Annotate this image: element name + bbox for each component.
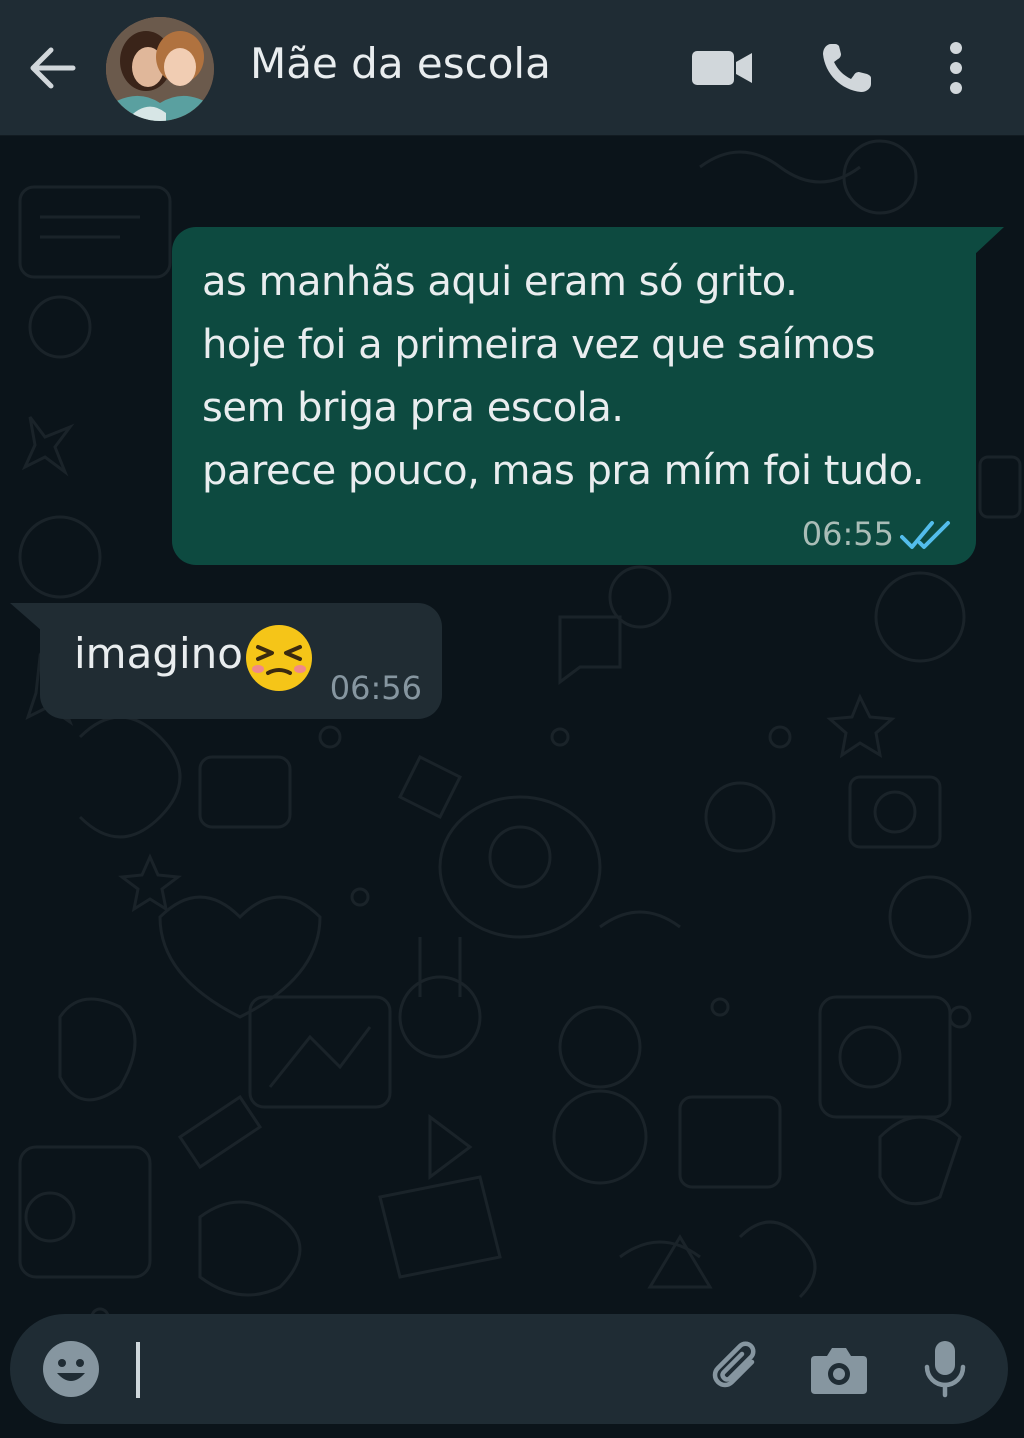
avatar[interactable] [106,17,214,121]
video-call-button[interactable] [686,36,758,100]
message-timestamp: 06:55 [801,515,894,553]
message-line: as manhãs aqui eram só grito. [202,259,798,305]
attach-icon [712,1341,756,1388]
more-options-icon [950,42,962,94]
attach-button[interactable] [706,1336,772,1402]
chat-area[interactable]: as manhãs aqui eram só grito. hoje foi a… [0,137,1024,1438]
camera-icon [811,1348,867,1394]
emoji-button[interactable] [38,1336,104,1402]
message-line: parece pouco, mas pra mím foi tudo. [202,448,925,494]
contact-name[interactable]: Mãe da escola [250,34,551,94]
voice-call-icon [823,44,871,92]
outgoing-message-bubble[interactable]: as manhãs aqui eram só grito. hoje foi a… [172,227,976,565]
incoming-message-bubble[interactable]: imagino 06:56 [40,603,442,719]
message-timestamp: 06:56 [329,669,422,707]
mic-icon [924,1341,966,1398]
message-text: imagino [74,629,243,678]
tired-face-emoji [246,625,312,691]
voice-call-button[interactable] [812,36,884,100]
mic-button[interactable] [912,1336,978,1402]
incoming-bubble-tail [10,603,42,631]
back-arrow-icon [30,47,76,89]
video-call-icon [692,51,752,85]
emoji-icon [43,1341,99,1397]
outgoing-bubble-tail [974,227,1004,255]
back-button[interactable] [22,40,82,96]
message-line: sem briga pra escola. [202,385,624,431]
message-line: hoje foi a primeira vez que saímos [202,322,875,368]
more-options-button[interactable] [920,36,992,100]
message-composer [10,1314,1008,1424]
message-input[interactable] [130,1338,694,1402]
read-receipt-icon [900,521,950,549]
chat-header: Mãe da escola [0,0,1024,136]
camera-button[interactable] [806,1336,872,1402]
avatar-photo [106,17,214,121]
